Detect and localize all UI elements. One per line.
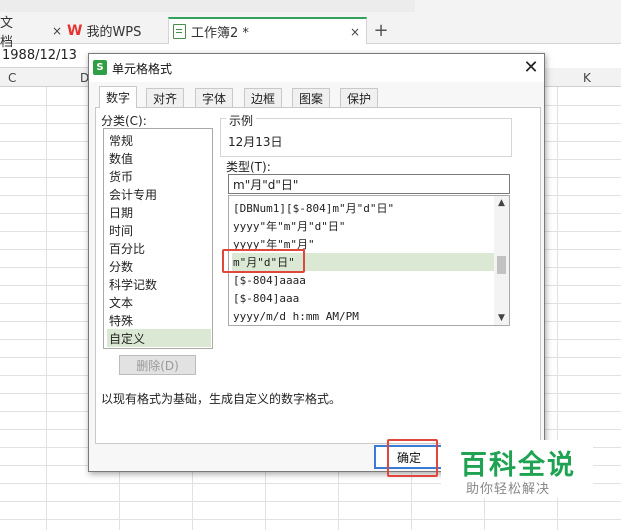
tab-font[interactable]: 字体: [195, 88, 233, 108]
grid-line: [46, 87, 47, 530]
close-icon[interactable]: ✕: [521, 57, 541, 78]
tab-workbook-label: 工作簿2 *: [191, 26, 249, 41]
category-currency[interactable]: 货币: [107, 167, 211, 185]
watermark-subtitle: 助你轻松解决: [466, 482, 551, 497]
type-list-scrollbar[interactable]: ▲ ▼: [494, 196, 509, 325]
scroll-up-icon[interactable]: ▲: [494, 196, 509, 210]
category-scientific[interactable]: 科学记数: [107, 275, 211, 293]
highlight-ok-button: [387, 439, 438, 477]
category-date[interactable]: 日期: [107, 203, 211, 221]
type-list-item[interactable]: [$-804]aaa: [232, 289, 494, 307]
close-icon[interactable]: ×: [350, 25, 360, 39]
spreadsheet-icon: [173, 24, 186, 39]
close-icon[interactable]: ×: [52, 24, 62, 38]
highlight-selected-type: [222, 249, 305, 273]
dialog-title: 单元格格式: [112, 62, 173, 76]
category-general[interactable]: 常规: [107, 131, 211, 149]
type-input[interactable]: m"月"d"日": [228, 174, 510, 194]
wps-logo-icon: W: [67, 22, 83, 39]
wps-sheet-app-icon: S: [93, 60, 107, 75]
grid-line: [0, 519, 621, 520]
window-top-strip: [0, 0, 415, 12]
add-tab-icon[interactable]: +: [372, 18, 390, 42]
custom-format-hint: 以现有格式为基础，生成自定义的数字格式。: [101, 392, 342, 406]
type-list-item[interactable]: yyyy"年"m"月"d"日": [232, 217, 494, 235]
scroll-thumb[interactable]: [497, 256, 506, 274]
tab-my-wps-label: 我的WPS: [86, 25, 142, 40]
watermark-title: 百科全说: [460, 450, 576, 481]
tab-border[interactable]: 边框: [244, 88, 282, 108]
tab-alignment[interactable]: 对齐: [146, 88, 184, 108]
tab-document[interactable]: 文档 ×: [0, 16, 62, 50]
format-cells-dialog: S 单元格格式 ✕ 数字 对齐 字体 边框 图案 保护 分类(C): 常规 数值…: [88, 53, 545, 477]
sample-value: 12月13日: [228, 135, 283, 149]
tab-my-wps[interactable]: W 我的WPS: [67, 17, 168, 44]
delete-button[interactable]: 删除(D): [119, 355, 196, 375]
category-text[interactable]: 文本: [107, 293, 211, 311]
grid-line: [0, 501, 621, 502]
formula-input[interactable]: 1988/12/13: [0, 44, 90, 68]
type-label: 类型(T):: [226, 160, 271, 174]
category-fraction[interactable]: 分数: [107, 257, 211, 275]
type-list-item[interactable]: [DBNum1][$-804]m"月"d"日": [232, 199, 494, 217]
type-list-item[interactable]: yyyy/m/d h:mm AM/PM: [232, 307, 494, 325]
tab-protection[interactable]: 保护: [340, 88, 378, 108]
category-accounting[interactable]: 会计专用: [107, 185, 211, 203]
category-time[interactable]: 时间: [107, 221, 211, 239]
category-special[interactable]: 特殊: [107, 311, 211, 329]
type-list-item[interactable]: [$-804]aaaa: [232, 271, 494, 289]
category-list[interactable]: 常规 数值 货币 会计专用 日期 时间 百分比 分数 科学记数 文本 特殊 自定…: [103, 128, 213, 349]
column-header-k[interactable]: K: [583, 68, 591, 87]
tab-pattern[interactable]: 图案: [292, 88, 330, 108]
column-header-c[interactable]: C: [8, 68, 16, 87]
category-label: 分类(C):: [101, 114, 147, 128]
tab-number[interactable]: 数字: [99, 86, 137, 108]
tab-workbook[interactable]: 工作簿2 * ×: [168, 17, 367, 44]
category-number[interactable]: 数值: [107, 149, 211, 167]
scroll-down-icon[interactable]: ▼: [494, 311, 509, 325]
category-custom[interactable]: 自定义: [107, 329, 211, 347]
sample-label: 示例: [226, 112, 257, 129]
category-percentage[interactable]: 百分比: [107, 239, 211, 257]
